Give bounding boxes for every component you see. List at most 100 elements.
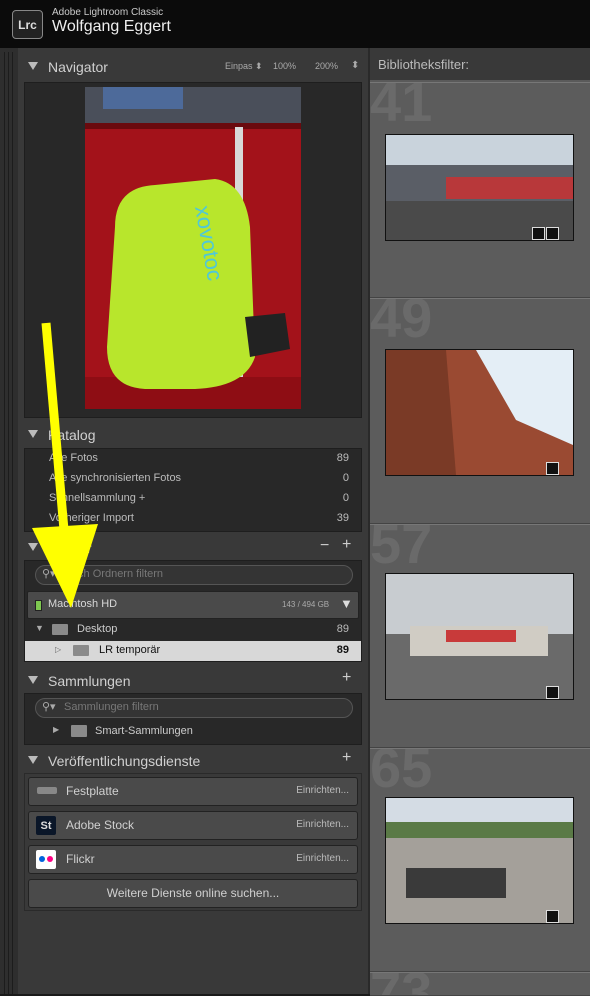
remove-folder-icon[interactable]: − <box>320 537 329 555</box>
sammlungen-title: Sammlungen <box>48 673 131 689</box>
katalog-title: Katalog <box>48 427 96 443</box>
flickr-icon <box>36 850 56 869</box>
cell-index: 73 <box>370 973 432 995</box>
disclosure-triangle-icon[interactable]: ▼ <box>35 623 44 633</box>
collapse-triangle-icon[interactable] <box>28 756 38 764</box>
photo-thumbnail-station[interactable] <box>385 134 574 241</box>
zoom-100-option[interactable]: 100% <box>273 61 296 71</box>
service-adobe-stock[interactable]: St Adobe Stock Einrichten... <box>28 811 358 840</box>
disclosure-triangle-icon[interactable]: ▷ <box>55 645 61 654</box>
veroeffentlichung-title: Veröffentlichungsdienste <box>48 753 201 769</box>
veroeffentlichung-list: Festplatte Einrichten... St Adobe Stock … <box>24 773 362 911</box>
service-name: Adobe Stock <box>66 818 135 832</box>
edited-badge-icon[interactable] <box>546 910 559 923</box>
edited-badge-icon[interactable] <box>546 227 559 240</box>
volume-usage: 143 / 494 GB <box>282 600 330 609</box>
folder-icon <box>73 645 89 656</box>
grid-cell-57[interactable]: 57 <box>370 524 590 748</box>
sammlungen-search[interactable]: ⚲▾ <box>35 698 353 718</box>
add-service-icon[interactable]: + <box>342 749 351 767</box>
cell-index: 65 <box>370 748 433 799</box>
navigator-preview-area[interactable]: xovotoc <box>24 82 362 418</box>
folder-row-desktop[interactable]: ▼ Desktop 89 <box>25 619 361 641</box>
folder-count: 89 <box>336 623 349 635</box>
zoom-fit-option[interactable]: Einpas ⬍ <box>225 61 263 72</box>
cell-index: 41 <box>370 82 433 133</box>
veroeffentlichung-header[interactable]: Veröffentlichungsdienste + <box>18 746 368 776</box>
katalog-list: Alle Fotos 89 Alle synchronisierten Fotos… <box>24 448 362 532</box>
smart-collection-set-icon <box>71 725 87 737</box>
left-edge-handle[interactable] <box>0 48 18 994</box>
adobe-stock-icon: St <box>36 816 56 835</box>
cell-index: 57 <box>370 524 433 575</box>
volume-name: Macintosh HD <box>48 598 118 610</box>
title-bar: Lrc Adobe Lightroom Classic Wolfgang Egg… <box>0 0 590 48</box>
library-filter-bar[interactable]: Bibliotheksfilter: <box>370 48 590 80</box>
more-services-button[interactable]: Weitere Dienste online suchen... <box>28 879 358 908</box>
stepper-icon: ⬍ <box>255 61 263 71</box>
row-label: Schnellsammlung + <box>49 492 146 504</box>
grid-cell-73[interactable]: 73 <box>370 972 590 996</box>
katalog-header[interactable]: Katalog <box>18 420 368 450</box>
library-filter-label: Bibliotheksfilter: <box>378 57 470 72</box>
service-flickr[interactable]: Flickr Einrichten... <box>28 845 358 874</box>
collapse-triangle-icon[interactable] <box>28 543 38 551</box>
lrc-logo: Lrc <box>12 10 43 39</box>
row-count: 0 <box>342 492 349 504</box>
collapse-triangle-icon[interactable] <box>28 62 38 70</box>
katalog-row-prev-import[interactable]: Vorheriger Import 39 <box>25 509 361 529</box>
metadata-badge-icon[interactable] <box>532 227 545 240</box>
navigator-preview-image[interactable]: xovotoc <box>85 87 301 409</box>
collection-row-smart[interactable]: ▶ Smart-Sammlungen <box>25 721 361 741</box>
row-label: Alle Fotos <box>49 452 98 464</box>
setup-link[interactable]: Einrichten... <box>296 785 349 796</box>
collapse-triangle-icon[interactable] <box>28 676 38 684</box>
setup-link[interactable]: Einrichten... <box>296 853 349 864</box>
navigator-header[interactable]: Navigator Einpas ⬍ 100% 200% ⬍ <box>18 52 368 82</box>
grid-cell-49[interactable]: 49 <box>370 298 590 524</box>
folder-name: LR temporär <box>99 644 161 656</box>
photo-thumbnail-steps[interactable] <box>385 797 574 924</box>
katalog-row-alle-fotos[interactable]: Alle Fotos 89 <box>25 449 361 469</box>
add-collection-icon[interactable]: + <box>342 669 351 687</box>
sammlungen-list: ⚲▾ ▶ Smart-Sammlungen <box>24 693 362 745</box>
sammlungen-header[interactable]: Sammlungen + <box>18 666 368 696</box>
ordner-list: ⚲▾ Macintosh HD 143 / 494 GB ▼ ▼ Desktop… <box>24 560 362 662</box>
service-name: Flickr <box>66 852 95 866</box>
photo-thumbnail-brickwall[interactable] <box>385 349 574 476</box>
disclosure-triangle-icon[interactable]: ▶ <box>53 725 59 734</box>
katalog-row-quick[interactable]: Schnellsammlung + 0 <box>25 489 361 509</box>
katalog-row-sync[interactable]: Alle synchronisierten Fotos 0 <box>25 469 361 489</box>
folder-icon <box>52 624 68 635</box>
volume-status-indicator <box>35 600 42 611</box>
add-folder-icon[interactable]: + <box>342 536 351 554</box>
ordner-search[interactable]: ⚲▾ <box>35 565 353 585</box>
volume-row[interactable]: Macintosh HD 143 / 494 GB ▼ <box>27 591 359 619</box>
ordner-title: Ordner <box>48 540 92 556</box>
zoom-200-option[interactable]: 200% <box>315 61 338 71</box>
setup-link[interactable]: Einrichten... <box>296 819 349 830</box>
grid-cell-65[interactable]: 65 <box>370 748 590 972</box>
row-label: Alle synchronisierten Fotos <box>49 472 182 484</box>
folder-row-lr-temporaer[interactable]: ▷ LR temporär 89 <box>25 641 361 661</box>
user-name[interactable]: Wolfgang Eggert <box>52 18 171 36</box>
collection-name: Smart-Sammlungen <box>95 725 193 737</box>
navigator-title: Navigator <box>48 59 108 75</box>
row-label: Vorheriger Import <box>49 512 134 524</box>
ordner-search-input[interactable] <box>64 567 344 581</box>
grid-cell-41[interactable]: 41 <box>370 82 590 298</box>
row-count: 39 <box>336 512 349 524</box>
service-festplatte[interactable]: Festplatte Einrichten... <box>28 777 358 806</box>
sammlungen-search-input[interactable] <box>64 700 344 714</box>
photo-thumbnail-barrier[interactable] <box>385 573 574 700</box>
search-icon: ⚲▾ <box>42 568 56 580</box>
edited-badge-icon[interactable] <box>546 686 559 699</box>
hard-drive-icon <box>37 787 57 794</box>
ordner-header[interactable]: Ordner − + <box>18 533 368 563</box>
more-services-label: Weitere Dienste online suchen... <box>106 886 280 900</box>
collapse-triangle-icon[interactable] <box>28 430 38 438</box>
edited-badge-icon[interactable] <box>546 462 559 475</box>
volume-dropdown-icon[interactable]: ▼ <box>340 596 353 611</box>
service-name: Festplatte <box>66 784 119 798</box>
zoom-stepper-icon[interactable]: ⬍ <box>351 60 359 71</box>
